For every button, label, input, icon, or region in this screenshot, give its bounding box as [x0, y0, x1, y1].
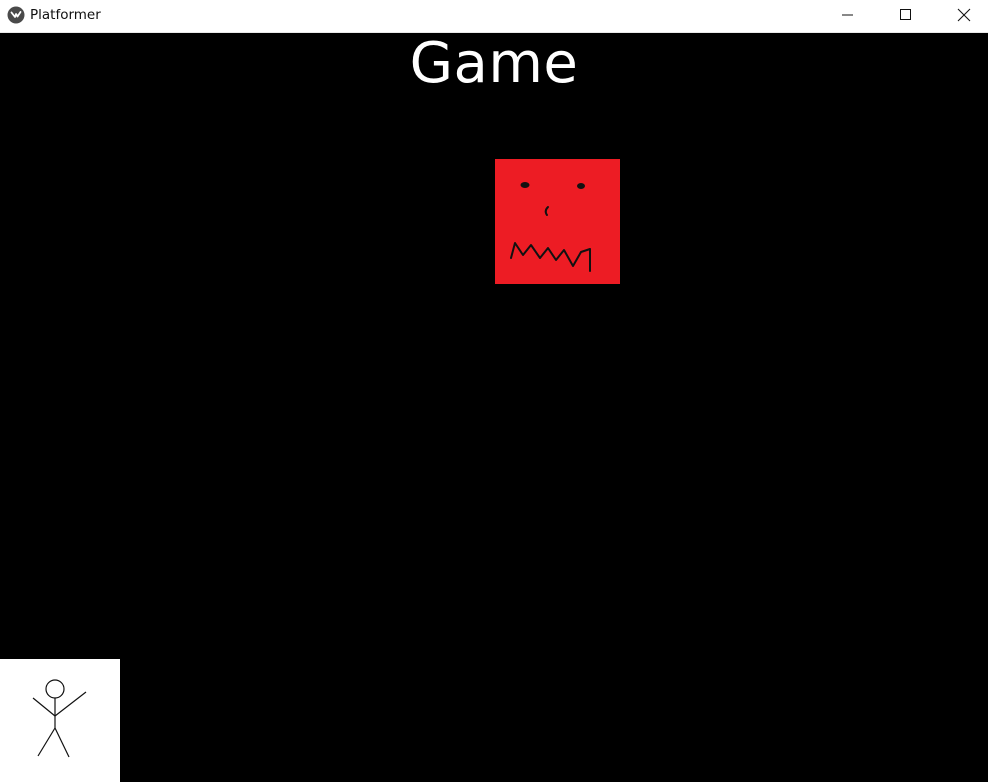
maximize-icon [900, 9, 911, 20]
enemy-sprite [495, 159, 620, 284]
close-button[interactable] [935, 0, 988, 30]
stick-figure-icon [32, 679, 87, 758]
game-canvas[interactable] [0, 34, 988, 782]
minimize-icon [842, 14, 853, 16]
kivy-logo-icon [7, 6, 25, 24]
window-title: Platformer [30, 7, 101, 23]
game-title: Game [409, 31, 579, 96]
title-bar[interactable]: Platformer [0, 0, 988, 33]
minimize-button[interactable] [819, 0, 877, 30]
close-icon [957, 8, 971, 22]
player-sprite [0, 659, 120, 782]
angry-face-icon [510, 182, 591, 272]
game-window: Platformer Game [0, 0, 988, 782]
maximize-button[interactable] [877, 0, 935, 30]
